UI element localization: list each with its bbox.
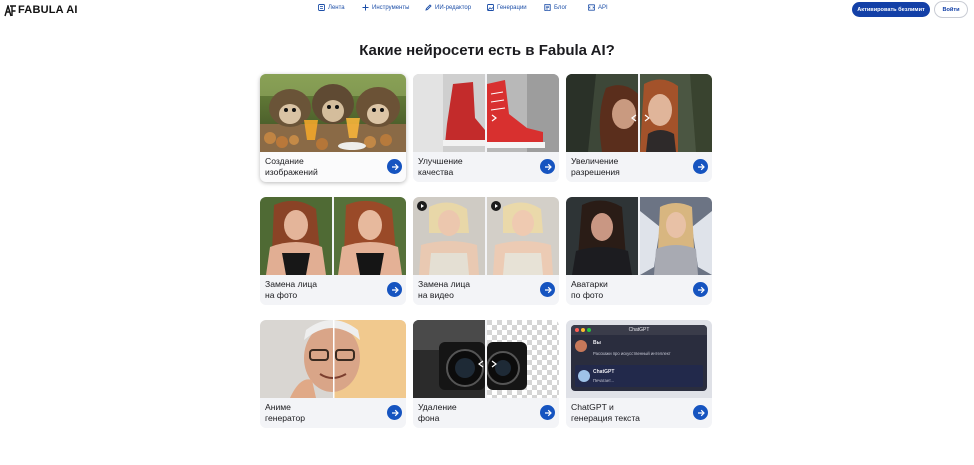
arrow-right-icon[interactable] [540, 282, 555, 297]
user-avatar [575, 340, 587, 352]
arrow-right-icon[interactable] [387, 405, 402, 420]
nav-item-tools[interactable]: Инструменты [362, 4, 409, 11]
portrait-before-image [566, 74, 638, 152]
camera-before-image [413, 320, 485, 398]
card-label: Замена лица на фото [265, 279, 318, 300]
chat-bot-status: Печатает... [593, 378, 614, 383]
api-icon [587, 4, 596, 11]
logo-text: FABULA AI [18, 3, 78, 16]
chat-user-text: Расскажи про искусственный интеллект [593, 351, 671, 356]
face-swap-after-image [334, 197, 406, 275]
card-quality-enhancement[interactable]: Улучшение качества [413, 74, 559, 182]
card-label: Замена лица на видео [418, 279, 471, 300]
nav-item-api[interactable]: API [587, 4, 608, 11]
card-image-creation[interactable]: Создание изображений [260, 74, 406, 182]
arrow-right-icon[interactable] [387, 282, 402, 297]
login-button[interactable]: Войти [934, 1, 968, 18]
nav-label: Лента [328, 4, 345, 11]
play-icon[interactable] [417, 201, 427, 211]
activate-unlimited-button[interactable]: Активировать безлимит [852, 2, 930, 17]
chat-user-name: Вы [593, 340, 601, 346]
card-background-removal[interactable]: Удаление фона [413, 320, 559, 428]
arrow-right-icon[interactable] [693, 159, 708, 174]
nav-item-generations[interactable]: Генерации [487, 4, 527, 11]
anime-image [260, 320, 406, 398]
logo[interactable]: FABULA AI [4, 3, 78, 16]
nav-label: Инструменты [372, 4, 410, 11]
nav-label: Блог [554, 4, 567, 11]
card-anime-generator[interactable]: Аниме генератор [260, 320, 406, 428]
card-label: Создание изображений [265, 156, 318, 177]
feed-icon [318, 4, 325, 11]
arrow-right-icon[interactable] [540, 405, 555, 420]
nav-item-blog[interactable]: Блог [544, 3, 567, 12]
document-icon [544, 3, 551, 12]
card-upscale[interactable]: Увеличение разрешения [566, 74, 712, 182]
card-label: Увеличение разрешения [571, 156, 620, 177]
card-label: Аватарки по фото [571, 279, 608, 300]
card-face-swap-photo[interactable]: Замена лица на фото [260, 197, 406, 305]
chatgpt-avatar [578, 370, 590, 382]
chevron-left-icon [630, 109, 638, 122]
arrow-right-icon[interactable] [693, 405, 708, 420]
plus-icon [362, 4, 369, 11]
play-icon[interactable] [491, 201, 501, 211]
nav-label: Генерации [497, 4, 527, 11]
nav-item-feed[interactable]: Лента [318, 4, 345, 11]
top-header: FABULA AI Лента Инструменты ИИ-редактор … [0, 0, 974, 20]
arrow-right-icon[interactable] [540, 159, 555, 174]
chevron-right-icon [490, 109, 498, 122]
arrow-right-icon[interactable] [387, 159, 402, 174]
chat-window: ChatGPT Вы Расскажи про искусственный ин… [571, 325, 707, 391]
chevron-right-icon [643, 109, 651, 122]
card-label: Аниме генератор [265, 402, 306, 423]
sneaker-before-image [413, 74, 485, 152]
chat-window-title: ChatGPT [628, 327, 650, 333]
chat-preview: ChatGPT Вы Расскажи про искусственный ин… [566, 320, 712, 398]
chat-bot-name: ChatGPT [593, 369, 615, 375]
nav-label: API [598, 4, 608, 11]
chat-user-message: Вы Расскажи про искусственный интеллект [571, 335, 707, 363]
avatar-after-image [640, 197, 712, 275]
hedgehogs-image [260, 74, 406, 152]
page-title: Какие нейросети есть в Fabula AI? [359, 42, 615, 59]
nav-label: ИИ-редактор [435, 4, 472, 11]
chevron-right-icon [490, 355, 498, 368]
card-chatgpt[interactable]: ChatGPT Вы Расскажи про искусственный ин… [566, 320, 712, 428]
chat-titlebar: ChatGPT [571, 325, 707, 335]
card-label: ChatGPT и генерация текста [571, 402, 640, 423]
card-label: Удаление фона [418, 402, 457, 423]
chat-bot-message: ChatGPT Печатает... [575, 365, 703, 387]
card-label: Улучшение качества [418, 156, 463, 177]
card-face-swap-video[interactable]: Замена лица на видео [413, 197, 559, 305]
chevron-left-icon [477, 355, 485, 368]
nav-item-ai-editor[interactable]: ИИ-редактор [425, 4, 471, 11]
avatar-before-image [566, 197, 638, 275]
fabula-logo-icon [4, 3, 17, 16]
face-swap-before-image [260, 197, 332, 275]
card-avatars[interactable]: Аватарки по фото [566, 197, 712, 305]
pencil-icon [425, 4, 432, 11]
image-icon [487, 4, 494, 11]
arrow-right-icon[interactable] [693, 282, 708, 297]
